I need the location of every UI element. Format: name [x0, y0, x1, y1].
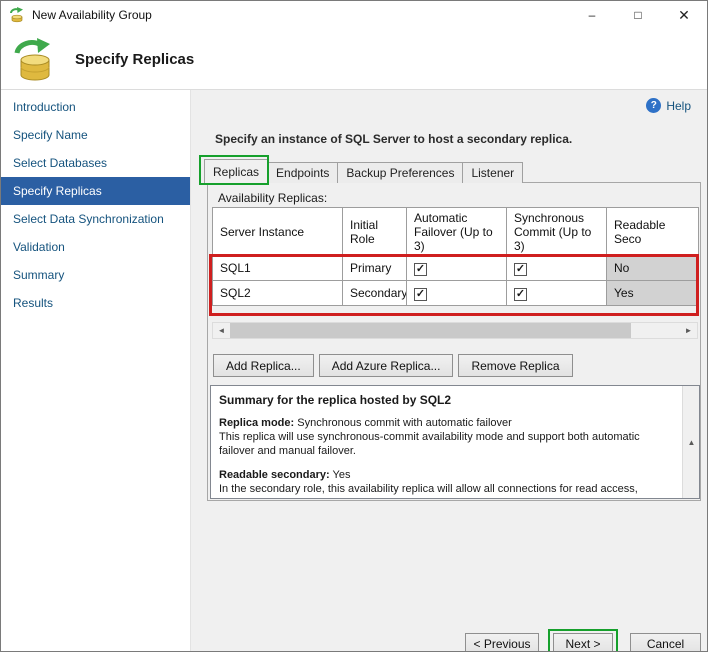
checkmark-icon: ✓	[515, 262, 526, 275]
replica-mode-label: Replica mode:	[219, 417, 295, 429]
sidebar-item-specify-replicas[interactable]: Specify Replicas	[1, 177, 190, 205]
sidebar-item-validation[interactable]: Validation	[1, 233, 190, 261]
availability-replicas-grid: Server Instance Initial Role Automatic F…	[212, 207, 699, 306]
automatic-failover-cell: ✓	[406, 255, 507, 281]
readable-secondary-description: In the secondary role, this availability…	[219, 483, 638, 498]
availability-replicas-label: Availability Replicas:	[218, 191, 328, 205]
help-label: Help	[666, 98, 691, 113]
automatic-failover-cell: ✓	[406, 280, 507, 306]
add-azure-replica-button[interactable]: Add Azure Replica...	[318, 354, 454, 377]
close-button[interactable]: ✕	[661, 1, 707, 29]
summary-text: Summary for the replica hosted by SQL2 R…	[211, 386, 682, 498]
replica-mode-line: Replica mode: Synchronous commit with au…	[219, 416, 676, 430]
wizard-header: Specify Replicas	[1, 29, 707, 90]
automatic-failover-checkbox[interactable]: ✓	[414, 262, 427, 276]
server-instance-cell: SQL1	[212, 255, 343, 281]
grid-header-row: Server Instance Initial Role Automatic F…	[212, 207, 699, 256]
replica-mode-description: This replica will use synchronous-commit…	[219, 431, 640, 457]
instruction-text: Specify an instance of SQL Server to hos…	[215, 132, 573, 146]
replicas-tab-panel: Availability Replicas: Server Instance I…	[207, 182, 701, 501]
replica-actions: Add Replica... Add Azure Replica... Remo…	[213, 354, 573, 377]
new-availability-group-window: New Availability Group – □ ✕ Specify Rep…	[0, 0, 708, 652]
readable-secondary-line: Readable secondary: Yes	[219, 468, 676, 482]
initial-role-cell: Secondary	[342, 280, 407, 306]
sidebar-item-select-databases[interactable]: Select Databases	[1, 149, 190, 177]
scroll-up-icon[interactable]: ▲	[683, 386, 699, 498]
synchronous-commit-cell: ✓	[506, 255, 607, 281]
sidebar-item-specify-name[interactable]: Specify Name	[1, 121, 190, 149]
synchronous-commit-cell: ✓	[506, 280, 607, 306]
sidebar: Introduction Specify Name Select Databas…	[1, 90, 191, 651]
summary-title: Summary for the replica hosted by SQL2	[219, 393, 452, 407]
automatic-failover-checkbox[interactable]: ✓	[414, 287, 427, 301]
server-instance-cell: SQL2	[212, 280, 343, 306]
window-title: New Availability Group	[32, 8, 152, 22]
page-title: Specify Replicas	[75, 51, 195, 68]
tab-backup-preferences[interactable]: Backup Preferences	[337, 162, 464, 183]
maximize-button[interactable]: □	[615, 1, 661, 29]
sidebar-item-summary[interactable]: Summary	[1, 261, 190, 289]
synchronous-commit-checkbox[interactable]: ✓	[514, 287, 527, 301]
column-header-readable-secondary[interactable]: Readable Seco	[606, 207, 699, 256]
cancel-button[interactable]: Cancel	[630, 633, 701, 651]
help-link[interactable]: ? Help	[646, 98, 691, 113]
scrollbar-thumb[interactable]	[683, 498, 699, 499]
sidebar-item-select-data-synchronization[interactable]: Select Data Synchronization	[1, 205, 190, 233]
next-button[interactable]: Next >	[553, 633, 613, 651]
scrollbar-track[interactable]	[230, 323, 680, 338]
column-header-automatic-failover[interactable]: Automatic Failover (Up to 3)	[406, 207, 507, 256]
window-controls: – □ ✕	[569, 1, 707, 29]
replica-row-sql1: SQL1 Primary ✓ ✓ No	[212, 255, 699, 281]
readable-secondary-cell[interactable]: No	[606, 255, 699, 281]
previous-button[interactable]: < Previous	[465, 633, 539, 651]
minimize-button[interactable]: –	[569, 1, 615, 29]
scroll-right-icon[interactable]: ►	[680, 323, 697, 338]
database-sync-icon	[14, 38, 50, 81]
replica-row-sql2: SQL2 Secondary ✓ ✓ Yes	[212, 280, 699, 306]
tab-endpoints[interactable]: Endpoints	[267, 162, 339, 183]
replica-mode-value: Synchronous commit with automatic failov…	[294, 417, 512, 429]
readable-secondary-label: Readable secondary:	[219, 469, 330, 481]
synchronous-commit-checkbox[interactable]: ✓	[514, 262, 527, 276]
readable-secondary-cell[interactable]: Yes	[606, 280, 699, 306]
help-icon: ?	[646, 98, 662, 113]
vertical-scrollbar: ▲ ▼	[682, 386, 699, 498]
readable-secondary-value: Yes	[329, 469, 351, 481]
app-icon	[10, 7, 23, 23]
summary-panel: Summary for the replica hosted by SQL2 R…	[210, 385, 700, 499]
add-replica-button[interactable]: Add Replica...	[213, 354, 314, 377]
column-header-initial-role[interactable]: Initial Role	[342, 207, 407, 256]
horizontal-scrollbar: ◄ ►	[212, 322, 698, 339]
column-header-synchronous-commit[interactable]: Synchronous Commit (Up to 3)	[506, 207, 607, 256]
scroll-down-icon[interactable]: ▼	[683, 498, 700, 499]
remove-replica-button[interactable]: Remove Replica	[458, 354, 573, 377]
window-titlebar: New Availability Group – □ ✕	[1, 1, 707, 29]
tab-listener[interactable]: Listener	[462, 162, 524, 183]
checkmark-icon: ✓	[415, 262, 426, 275]
initial-role-cell: Primary	[342, 255, 407, 281]
tab-bar: Replicas Endpoints Backup Preferences Li…	[204, 159, 524, 183]
main-content: ? Help Specify an instance of SQL Server…	[191, 90, 707, 651]
checkmark-icon: ✓	[415, 287, 426, 300]
wizard-body: Introduction Specify Name Select Databas…	[1, 90, 707, 651]
checkmark-icon: ✓	[515, 287, 526, 300]
sidebar-item-results[interactable]: Results	[1, 289, 190, 317]
scrollbar-thumb[interactable]	[230, 323, 631, 338]
tab-replicas[interactable]: Replicas	[204, 159, 269, 183]
sidebar-item-introduction[interactable]: Introduction	[1, 93, 190, 121]
scroll-left-icon[interactable]: ◄	[213, 323, 230, 338]
column-header-server-instance[interactable]: Server Instance	[212, 207, 343, 256]
